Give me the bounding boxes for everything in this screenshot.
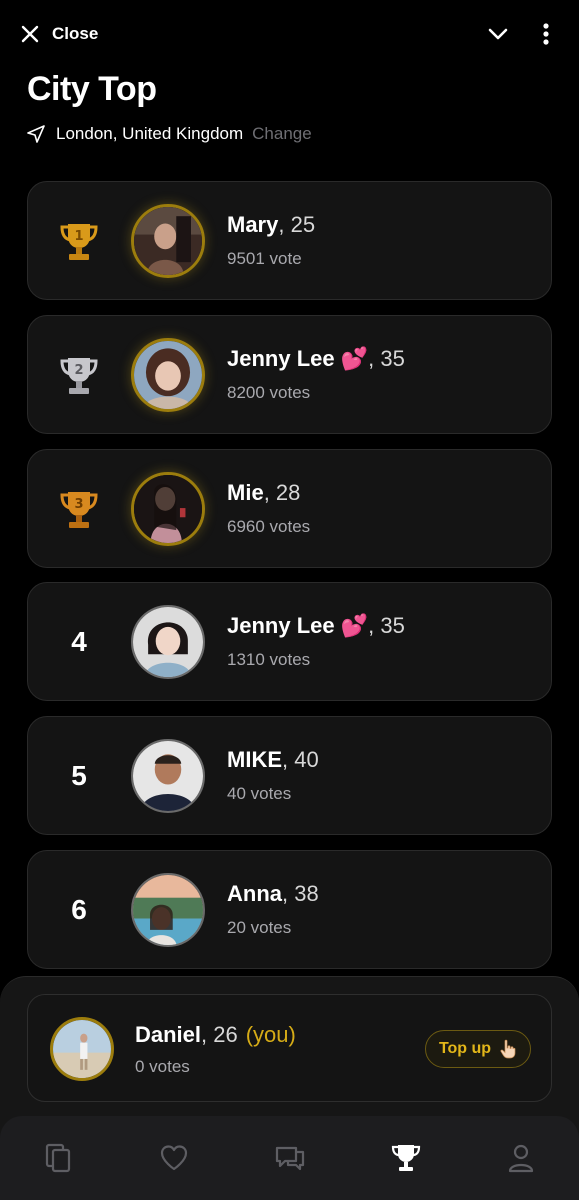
ranking-card[interactable]: 5 MIKE, 40 40 votes [27, 716, 552, 835]
tab-likes[interactable] [156, 1140, 192, 1176]
close-button[interactable]: Close [20, 20, 98, 48]
my-votes-count: 0 votes [135, 1057, 190, 1076]
avatar-photo [134, 475, 202, 543]
rank-badge: 2 [52, 346, 106, 404]
avatar-photo [133, 741, 203, 811]
tab-cards[interactable] [40, 1140, 76, 1176]
name-text: Mary [227, 212, 279, 237]
user-name: Mary, 25 [227, 212, 315, 238]
name-text: Jenny Lee 💕 [227, 346, 369, 371]
location-row: London, United Kingdom Change [26, 124, 312, 144]
top-up-label: Top up [438, 1040, 492, 1057]
age-text: , 28 [263, 480, 301, 505]
votes-count: 40 votes [227, 784, 292, 803]
name-text: Anna [227, 881, 282, 906]
avatar[interactable] [131, 204, 205, 278]
ranking-card[interactable]: 2 Jenny Lee 💕, 35 8200 votes [27, 315, 552, 434]
location-text: London, United Kingdom [56, 124, 244, 143]
name-text: Jenny Lee 💕 [227, 613, 369, 638]
tab-profile[interactable] [503, 1140, 539, 1176]
rank-badge: 4 [52, 613, 106, 671]
my-rank-card[interactable]: Daniel, 26 (you) 0 votes Top up [27, 994, 552, 1102]
ranking-card[interactable]: 6 Anna, 38 20 votes [27, 850, 552, 969]
avatar-photo [134, 207, 202, 275]
trophy-icon [391, 1145, 421, 1171]
user-name: MIKE, 40 [227, 747, 319, 773]
navigation-arrow-icon [27, 125, 45, 143]
avatar[interactable] [131, 873, 205, 947]
close-icon [21, 25, 39, 43]
age-text: , 25 [278, 212, 316, 237]
avatar[interactable] [131, 605, 205, 679]
svg-text:3: 3 [74, 497, 83, 512]
change-location-link[interactable]: Change [252, 124, 312, 144]
age-text: , 40 [282, 747, 319, 772]
age-text: , 38 [282, 881, 319, 906]
avatar-photo [133, 875, 203, 945]
rank-badge: 6 [52, 881, 106, 939]
avatar-photo [133, 607, 203, 677]
bronze-trophy-icon: 3 [60, 492, 98, 528]
user-name: Jenny Lee 💕, 35 [227, 613, 405, 639]
top-bar: Close [0, 0, 579, 68]
more-vertical-icon [543, 23, 549, 45]
tab-top[interactable] [388, 1140, 424, 1176]
ranking-card[interactable]: 4 Jenny Lee 💕, 35 1310 votes [27, 582, 552, 701]
ranking-card[interactable]: 1 Mary, 25 9501 vote [27, 181, 552, 300]
age-text: , 26 [201, 1022, 238, 1047]
page-title: City Top [27, 70, 157, 108]
profile-icon [508, 1144, 534, 1173]
close-label: Close [52, 24, 99, 43]
age-text: , 35 [368, 613, 405, 638]
svg-text:1: 1 [74, 229, 83, 244]
you-tag: (you) [245, 1022, 296, 1047]
rank-badge: 3 [52, 480, 106, 538]
user-name: Anna, 38 [227, 881, 319, 907]
pointing-hand-icon [500, 1039, 516, 1059]
rank-badge: 1 [52, 212, 106, 270]
avatar[interactable] [131, 739, 205, 813]
my-name: Daniel, 26 (you) [135, 1022, 296, 1048]
name-text: MIKE [227, 747, 282, 772]
votes-count: 8200 votes [227, 383, 311, 402]
votes-count: 6960 votes [227, 517, 311, 536]
age-text: , 35 [368, 346, 405, 371]
chevron-down-icon [488, 28, 508, 40]
top-up-button[interactable]: Top up [425, 1030, 531, 1068]
user-name: Jenny Lee 💕, 35 [227, 346, 405, 372]
avatar[interactable] [131, 472, 205, 546]
avatar[interactable] [131, 338, 205, 412]
rank-number: 6 [71, 894, 87, 925]
cards-icon [45, 1143, 71, 1173]
user-name: Mie, 28 [227, 480, 300, 506]
avatar-photo [53, 1020, 111, 1078]
my-avatar[interactable] [50, 1017, 114, 1081]
silver-trophy-icon: 2 [60, 358, 98, 394]
name-text: Daniel [135, 1022, 202, 1047]
collapse-button[interactable] [484, 20, 512, 48]
more-options-button[interactable] [532, 20, 560, 48]
name-text: Mie [227, 480, 264, 505]
votes-count: 1310 votes [227, 650, 311, 669]
gold-trophy-icon: 1 [60, 224, 98, 260]
chat-icon [275, 1146, 305, 1171]
rank-number: 5 [71, 760, 87, 791]
rank-number: 4 [71, 626, 87, 657]
rank-badge: 5 [52, 747, 106, 805]
ranking-card[interactable]: 3 Mie, 28 6960 votes [27, 449, 552, 568]
heart-icon [160, 1145, 188, 1171]
avatar-photo [134, 341, 202, 409]
votes-count: 9501 vote [227, 249, 302, 268]
votes-count: 20 votes [227, 918, 292, 937]
bottom-tab-bar [0, 1116, 579, 1200]
tab-chats[interactable] [272, 1140, 308, 1176]
svg-text:2: 2 [74, 363, 83, 378]
